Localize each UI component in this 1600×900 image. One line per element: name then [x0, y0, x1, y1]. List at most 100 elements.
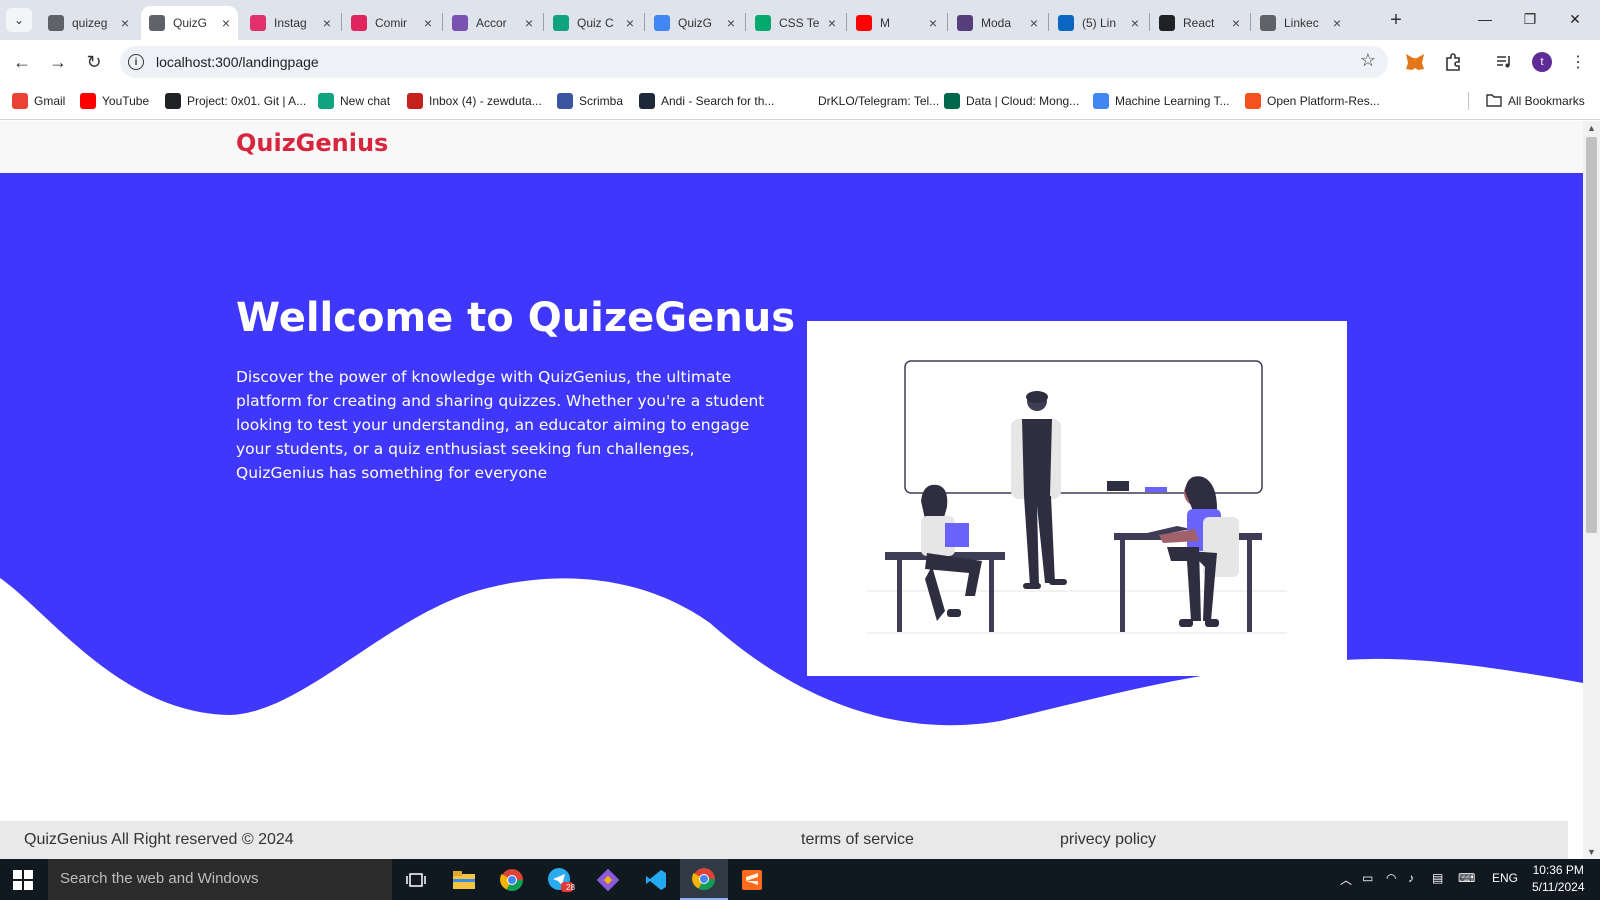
reload-button[interactable]: ↻ — [80, 48, 108, 76]
tab-close-icon[interactable]: × — [1333, 15, 1341, 31]
restore-button[interactable]: ❐ — [1510, 6, 1550, 32]
tab-separator — [947, 13, 948, 31]
tab-title: quizeg — [72, 16, 108, 30]
browser-tab[interactable]: Quiz C × — [545, 6, 642, 40]
tab-close-icon[interactable]: × — [828, 15, 836, 31]
windows-start-button[interactable] — [12, 869, 36, 891]
extensions-icon[interactable] — [1441, 50, 1465, 74]
profile-avatar[interactable]: t — [1532, 52, 1552, 72]
clock-time: 10:36 PM — [1532, 863, 1584, 877]
tab-close-icon[interactable]: × — [727, 15, 735, 31]
taskbar-search-box[interactable]: Search the web and Windows — [48, 859, 392, 900]
tab-separator — [543, 13, 544, 31]
battery-icon[interactable]: ▭ — [1362, 871, 1373, 885]
bookmark-star-icon[interactable]: ☆ — [1360, 50, 1376, 71]
task-view-button[interactable] — [392, 859, 440, 900]
bookmark-item[interactable]: Open Platform-Res... — [1245, 91, 1380, 111]
docs-icon — [1093, 93, 1109, 109]
browser-tab[interactable]: QuizG × — [141, 6, 238, 40]
site-info-icon[interactable]: i — [128, 54, 144, 70]
forward-button[interactable]: → — [44, 48, 72, 76]
brand-logo[interactable]: QuizGenius — [236, 129, 388, 157]
all-bookmarks-button[interactable]: All Bookmarks — [1486, 91, 1585, 111]
tab-close-icon[interactable]: × — [929, 15, 937, 31]
notifications-icon[interactable]: ▤ — [1432, 871, 1443, 885]
browser-tab[interactable]: quizeg × — [40, 6, 137, 40]
bookmark-item[interactable]: Gmail — [12, 91, 65, 111]
vscode-taskbar-icon[interactable] — [632, 859, 680, 900]
bookmark-item[interactable]: Scrimba — [557, 91, 623, 111]
scroll-up-icon[interactable]: ▲ — [1587, 123, 1596, 133]
browser-tab[interactable]: M × — [848, 6, 945, 40]
tab-close-icon[interactable]: × — [222, 15, 230, 31]
scroll-thumb[interactable] — [1586, 137, 1597, 533]
browser-tab[interactable]: CSS Te × — [747, 6, 844, 40]
page-scrollbar[interactable]: ▲ ▼ — [1583, 121, 1600, 859]
url-text[interactable]: localhost:300/landingpage — [156, 54, 319, 70]
browser-tab[interactable]: Accor × — [444, 6, 541, 40]
media-control-icon[interactable] — [1492, 50, 1516, 74]
browser-toolbar: ← → ↻ i localhost:300/landingpage ☆ t ⋮ — [0, 40, 1600, 82]
chatgpt-icon — [553, 15, 569, 31]
bookmark-label: Open Platform-Res... — [1267, 94, 1380, 108]
tab-separator — [1048, 13, 1049, 31]
chevron-down-icon: ⌄ — [13, 13, 25, 27]
tab-search-button[interactable]: ⌄ — [6, 8, 32, 32]
browser-menu-icon[interactable]: ⋮ — [1566, 50, 1590, 74]
bookmark-label: YouTube — [102, 94, 150, 108]
bookmark-item[interactable]: New chat — [318, 91, 390, 111]
wifi-icon[interactable]: ◠ — [1386, 871, 1396, 885]
show-hidden-icons[interactable]: ︿ — [1340, 871, 1352, 888]
address-bar[interactable]: i localhost:300/landingpage ☆ — [120, 46, 1388, 78]
browser-tab[interactable]: Instag × — [242, 6, 339, 40]
tab-title: Comir — [375, 16, 407, 30]
tab-title: Moda — [981, 16, 1012, 30]
tab-title: (5) Lin — [1082, 16, 1117, 30]
terms-of-service-link[interactable]: terms of service — [801, 831, 914, 849]
tab-close-icon[interactable]: × — [525, 15, 533, 31]
privacy-policy-link[interactable]: privecy policy — [1060, 831, 1156, 849]
file-explorer-taskbar-icon[interactable] — [440, 859, 488, 900]
bookmark-item[interactable]: Andi - Search for th... — [639, 91, 774, 111]
chrome-taskbar-icon[interactable] — [488, 859, 536, 900]
keyboard-icon[interactable]: ⌨ — [1458, 871, 1475, 885]
system-clock[interactable]: 10:36 PM 5/11/2024 — [1532, 862, 1585, 896]
bookmark-item[interactable]: Data | Cloud: Mong... — [944, 91, 1079, 111]
browser-tab[interactable]: QuizG × — [646, 6, 743, 40]
tab-title: CSS Te — [779, 16, 820, 30]
tab-close-icon[interactable]: × — [424, 15, 432, 31]
metamask-extension-icon[interactable] — [1403, 50, 1427, 74]
scroll-down-icon[interactable]: ▼ — [1587, 847, 1596, 857]
browser-tab[interactable]: Linkec × — [1252, 6, 1349, 40]
tab-close-icon[interactable]: × — [121, 15, 129, 31]
classroom-illustration — [867, 360, 1287, 634]
tab-separator — [1149, 13, 1150, 31]
tab-close-icon[interactable]: × — [626, 15, 634, 31]
tab-close-icon[interactable]: × — [1232, 15, 1240, 31]
language-indicator[interactable]: ENG — [1492, 871, 1518, 885]
bookmark-item[interactable]: DrKLO/Telegram: Tel... — [796, 91, 939, 111]
back-button[interactable]: ← — [8, 48, 36, 76]
tab-close-icon[interactable]: × — [1030, 15, 1038, 31]
telegram-taskbar-icon[interactable]: 28 — [536, 859, 584, 900]
minimize-button[interactable]: — — [1465, 6, 1505, 32]
bookmark-item[interactable]: Machine Learning T... — [1093, 91, 1230, 111]
browser-tab[interactable]: (5) Lin × — [1050, 6, 1147, 40]
browser-tab[interactable]: Moda × — [949, 6, 1046, 40]
bookmark-label: Machine Learning T... — [1115, 94, 1230, 108]
browser-tab[interactable]: React × — [1151, 6, 1248, 40]
bootstrap-icon — [957, 15, 973, 31]
browser-tab[interactable]: Comir × — [343, 6, 440, 40]
volume-icon[interactable]: ♪ — [1408, 871, 1414, 885]
chrome-active-taskbar-icon[interactable] — [680, 859, 728, 900]
tab-close-icon[interactable]: × — [1131, 15, 1139, 31]
site-header: QuizGenius — [0, 121, 1583, 173]
git-taskbar-icon[interactable] — [584, 859, 632, 900]
bookmark-item[interactable]: Project: 0x01. Git | A... — [165, 91, 306, 111]
new-tab-button[interactable]: + — [1384, 8, 1408, 32]
tab-close-icon[interactable]: × — [323, 15, 331, 31]
close-window-button[interactable]: ✕ — [1555, 6, 1595, 32]
bookmark-item[interactable]: YouTube — [80, 91, 149, 111]
sublime-text-taskbar-icon[interactable] — [728, 859, 776, 900]
bookmark-item[interactable]: Inbox (4) - zewduta... — [407, 91, 542, 111]
